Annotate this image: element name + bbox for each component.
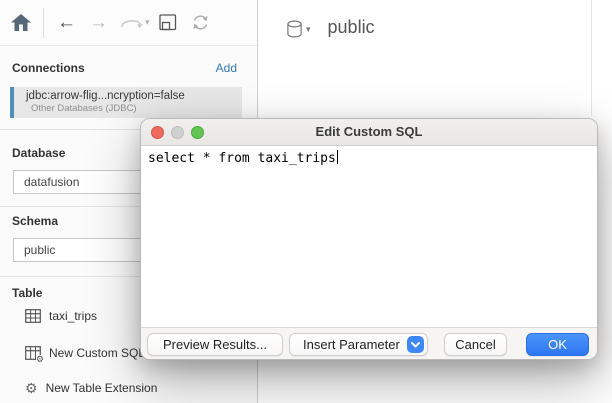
back-arrow-icon[interactable]: ← <box>57 13 76 32</box>
add-connection-link[interactable]: Add <box>216 61 237 75</box>
new-table-extension-row[interactable]: ⚙ New Table Extension <box>25 379 157 397</box>
connection-item[interactable]: jdbc:arrow-flig...ncryption=false Other … <box>10 87 242 118</box>
sql-text: select * from taxi_trips <box>148 151 336 166</box>
gear-icon: ⚙ <box>36 355 44 364</box>
dialog-titlebar: Edit Custom SQL <box>141 119 597 146</box>
insert-parameter-button[interactable]: Insert Parameter <box>289 333 428 356</box>
schema-label: Schema <box>12 214 58 228</box>
connections-header: Connections Add <box>0 58 257 78</box>
zoom-icon[interactable] <box>191 126 204 139</box>
sql-editor[interactable]: select * from taxi_trips <box>141 146 597 329</box>
new-custom-sql-label: New Custom SQL <box>49 346 145 360</box>
preview-results-button[interactable]: Preview Results... <box>147 333 283 356</box>
schema-title: public <box>328 17 375 38</box>
edit-custom-sql-dialog: Edit Custom SQL select * from taxi_trips… <box>140 118 598 360</box>
dialog-title: Edit Custom SQL <box>141 119 597 145</box>
save-icon[interactable] <box>159 14 177 31</box>
forward-arrow-icon[interactable]: → <box>89 13 108 32</box>
connections-label: Connections <box>12 61 85 75</box>
schema-header: ▾ public <box>286 17 375 39</box>
datasource-dropdown[interactable]: ▾ <box>286 20 311 39</box>
chevron-down-icon: ▾ <box>306 24 311 35</box>
new-table-extension-label: New Table Extension <box>46 381 158 395</box>
dialog-footer: Preview Results... Insert Parameter Canc… <box>141 327 597 359</box>
database-cylinder-icon <box>286 20 303 39</box>
home-icon[interactable] <box>10 13 32 32</box>
connection-subtitle: Other Databases (JDBC) <box>26 103 242 114</box>
text-cursor <box>337 150 338 164</box>
table-row-label: taxi_trips <box>49 309 97 323</box>
table-row-taxi-trips[interactable]: taxi_trips <box>25 307 97 325</box>
chevron-down-icon <box>409 338 422 351</box>
app-window: ← → ▾ Connections Add jdbc:arrow-f <box>0 0 612 403</box>
cancel-button[interactable]: Cancel <box>444 333 507 356</box>
connection-title: jdbc:arrow-flig...ncryption=false <box>26 90 242 102</box>
canvas-divider <box>591 0 592 116</box>
toolbar-divider <box>43 8 44 38</box>
close-icon[interactable] <box>151 126 164 139</box>
redo-caret-icon[interactable]: ▾ <box>145 17 150 28</box>
redo-icon[interactable] <box>119 16 143 30</box>
toolbar: ← → ▾ <box>0 0 257 46</box>
refresh-icon[interactable] <box>191 14 210 31</box>
custom-sql-icon: ⚙ <box>25 346 41 360</box>
table-label: Table <box>12 286 42 300</box>
ok-button[interactable]: OK <box>526 333 589 356</box>
minimize-icon[interactable] <box>171 126 184 139</box>
insert-parameter-label: Insert Parameter <box>303 334 400 355</box>
insert-parameter-menu-button[interactable] <box>407 336 424 353</box>
table-grid-icon <box>25 309 41 323</box>
database-label: Database <box>12 146 65 160</box>
table-extension-icon: ⚙ <box>25 381 38 395</box>
traffic-lights <box>151 126 204 139</box>
new-custom-sql-row[interactable]: ⚙ New Custom SQL <box>25 344 145 362</box>
